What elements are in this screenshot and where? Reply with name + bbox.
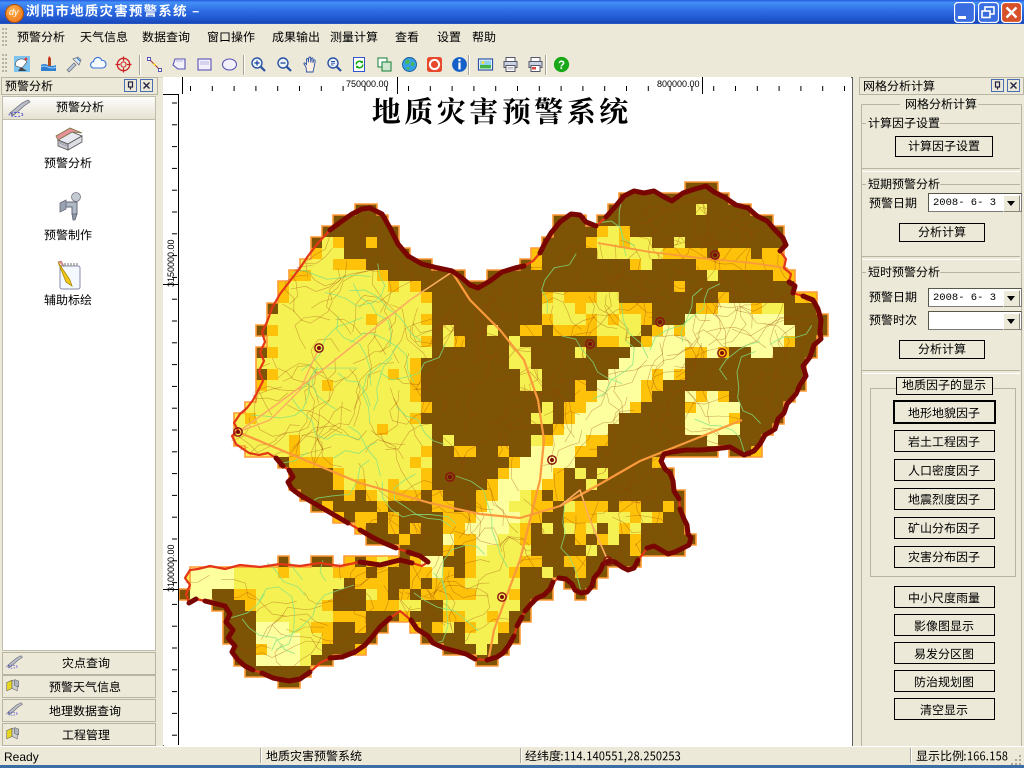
svg-text:?: ? (558, 60, 565, 72)
svg-text:3100000.00: 3100000.00 (166, 544, 176, 592)
svg-text:3150000.00: 3150000.00 (166, 239, 176, 287)
